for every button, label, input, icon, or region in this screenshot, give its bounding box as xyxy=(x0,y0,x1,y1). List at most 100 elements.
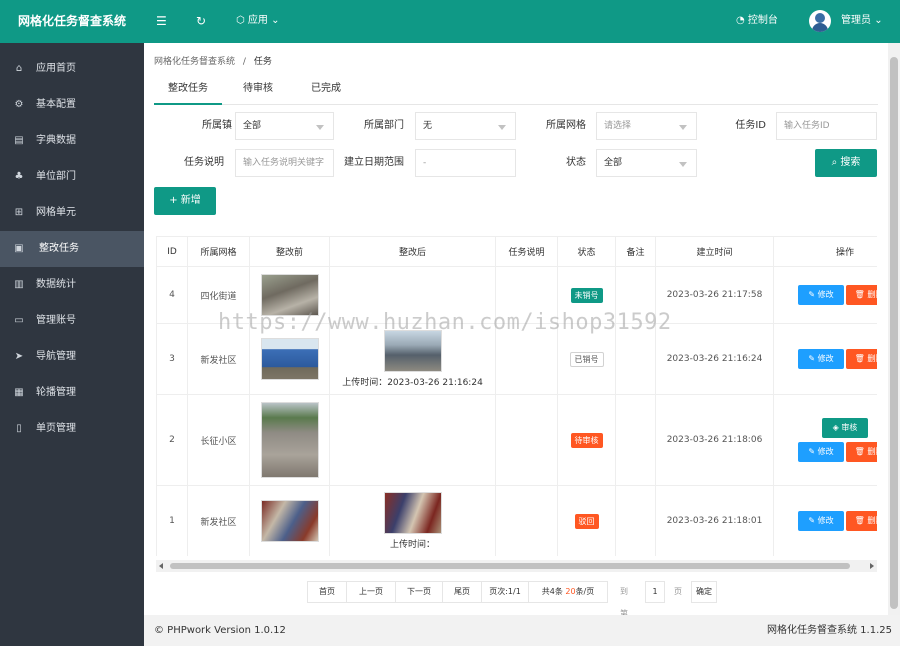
breadcrumb-current: 任务 xyxy=(253,57,272,67)
table-row: 1 新发社区 上传时间： 驳回 2023-03-26 21:18:01 ✎ 修改… xyxy=(156,485,877,556)
edit-button[interactable]: ✎ 修改 xyxy=(798,442,844,462)
row-actions: ✎ 修改🗑 删除 xyxy=(773,485,877,556)
task-id-input[interactable]: 输入任务ID xyxy=(776,112,877,140)
footer: © PHPwork Version 1.0.12 网格化任务督查系统 1.1.2… xyxy=(144,615,900,646)
delete-button[interactable]: 🗑 删除 xyxy=(846,442,877,462)
row-id: 4 xyxy=(156,266,188,324)
carousel-icon: ▦ xyxy=(14,387,24,398)
add-button[interactable]: + 新增 xyxy=(154,187,216,215)
row-actions: ✎ 修改🗑 删除 xyxy=(773,266,877,324)
task-table: ID 所属网格 整改前 整改后 任务说明 状态 备注 建立时间 操作 4 四化街… xyxy=(156,236,877,556)
dashboard-icon: ◔ xyxy=(736,15,745,26)
last-page-button[interactable]: 尾页 xyxy=(442,581,482,603)
town-select[interactable]: 全部 xyxy=(235,112,334,140)
delete-button-label: 删除 xyxy=(867,354,877,363)
gear-icon: ⚙ xyxy=(14,99,24,110)
status-select-value: 全部 xyxy=(604,158,623,168)
user-menu[interactable]: 管理员 ⌄ xyxy=(841,14,883,28)
sidebar-item-home[interactable]: ⌂ 应用首页 xyxy=(0,51,144,87)
delete-button[interactable]: 🗑 删除 xyxy=(846,285,877,305)
before-photo[interactable] xyxy=(260,500,319,542)
scroll-right-icon[interactable] xyxy=(870,563,874,569)
horizontal-scrollbar[interactable] xyxy=(156,560,877,572)
delete-button[interactable]: 🗑 删除 xyxy=(846,349,877,369)
edit-button[interactable]: ✎ 修改 xyxy=(798,349,844,369)
goto-confirm-button[interactable]: 确定 xyxy=(691,581,717,603)
grid-select-placeholder: 请选择 xyxy=(604,121,632,131)
grid-select[interactable]: 请选择 xyxy=(596,112,697,140)
desc-input[interactable]: 输入任务说明关键字 xyxy=(235,149,334,177)
row-actions: ✎ 修改🗑 删除 xyxy=(773,323,877,395)
before-photo[interactable] xyxy=(260,402,319,478)
sidebar-item-tasks[interactable]: ▣ 整改任务 xyxy=(0,231,144,267)
menu-toggle-icon[interactable]: ☰ xyxy=(156,13,167,29)
desc-label: 任务说明 xyxy=(184,157,224,168)
add-button-label: 新增 xyxy=(180,195,201,206)
avatar[interactable] xyxy=(809,10,831,32)
vertical-scroll-thumb[interactable] xyxy=(890,57,898,609)
review-button[interactable]: ◈ 审核 xyxy=(822,418,868,438)
sidebar-item-label: 单页管理 xyxy=(36,423,76,434)
tab-completed[interactable]: 已完成 xyxy=(298,77,354,105)
prev-page-button[interactable]: 上一页 xyxy=(346,581,396,603)
tab-rectification[interactable]: 整改任务 xyxy=(154,77,222,105)
console-link[interactable]: ◔ 控制台 xyxy=(736,14,778,28)
scroll-left-icon[interactable] xyxy=(159,563,163,569)
row-remark xyxy=(615,485,656,556)
delete-button-label: 删除 xyxy=(867,447,877,456)
after-photo[interactable] xyxy=(383,492,442,534)
next-page-button[interactable]: 下一页 xyxy=(395,581,443,603)
per-page-unit: 条/页 xyxy=(575,587,595,596)
page-info-value: 1/1 xyxy=(507,587,521,596)
sidebar-item-label: 应用首页 xyxy=(36,63,76,74)
first-page-button[interactable]: 首页 xyxy=(307,581,347,603)
column-header: 整改前 xyxy=(249,236,330,267)
sidebar-item-dictionary[interactable]: ▤ 字典数据 xyxy=(0,123,144,159)
search-button[interactable]: ⌕ 搜索 xyxy=(815,149,877,177)
sidebar-item-navigation[interactable]: ➤ 导航管理 xyxy=(0,339,144,375)
edit-button-label: 修改 xyxy=(817,290,834,299)
before-photo[interactable] xyxy=(260,338,319,380)
breadcrumb: 网格化任务督查系统 / 任务 xyxy=(154,54,272,67)
delete-button[interactable]: 🗑 删除 xyxy=(846,511,877,531)
breadcrumb-root[interactable]: 网格化任务督查系统 xyxy=(154,57,235,67)
status-badge: 已销号 xyxy=(569,351,604,367)
tab-bar: 整改任务 待审核 已完成 xyxy=(154,77,878,105)
refresh-icon[interactable]: ↻ xyxy=(196,13,206,29)
sidebar-item-departments[interactable]: ♣ 单位部门 xyxy=(0,159,144,195)
horizontal-scroll-thumb[interactable] xyxy=(170,563,850,569)
sidebar: ⌂ 应用首页 ⚙ 基本配置 ▤ 字典数据 ♣ 单位部门 ⊞ 网格单元 ▣ 整改任… xyxy=(0,43,144,646)
sidebar-item-grid-units[interactable]: ⊞ 网格单元 xyxy=(0,195,144,231)
sidebar-item-config[interactable]: ⚙ 基本配置 xyxy=(0,87,144,123)
page-icon: ▯ xyxy=(16,423,22,434)
date-range-label: 建立日期范围 xyxy=(344,157,404,168)
edit-button[interactable]: ✎ 修改 xyxy=(798,285,844,305)
edit-button-label: 修改 xyxy=(817,516,834,525)
upload-time: 上传时间： xyxy=(389,540,435,550)
sidebar-item-label: 整改任务 xyxy=(39,243,79,254)
after-photo-cell: 上传时间： xyxy=(329,485,496,556)
sidebar-item-pages[interactable]: ▯ 单页管理 xyxy=(0,411,144,447)
sidebar-item-carousel[interactable]: ▦ 轮播管理 xyxy=(0,375,144,411)
sidebar-item-statistics[interactable]: ▥ 数据统计 xyxy=(0,267,144,303)
after-photo[interactable] xyxy=(383,330,442,372)
date-range-input[interactable]: - xyxy=(415,149,516,177)
search-button-label: 搜索 xyxy=(840,157,861,168)
app-menu[interactable]: ⬡ 应用 ⌄ xyxy=(236,14,280,28)
vertical-scrollbar[interactable] xyxy=(888,43,900,615)
edit-button-label: 修改 xyxy=(817,354,834,363)
row-created: 2023-03-26 21:18:06 xyxy=(655,394,774,486)
goto-page-input[interactable]: 1 xyxy=(645,581,665,603)
send-icon: ➤ xyxy=(14,351,24,362)
status-badge: 待审核 xyxy=(570,432,603,448)
edit-button[interactable]: ✎ 修改 xyxy=(798,511,844,531)
status-select[interactable]: 全部 xyxy=(596,149,697,177)
sidebar-item-accounts[interactable]: ▭ 管理账号 xyxy=(0,303,144,339)
chart-icon: ▥ xyxy=(14,279,24,290)
total-info: 共4条 20条/页 xyxy=(528,581,608,603)
table-row: 2 长征小区 待审核 2023-03-26 21:18:06 ◈ 审核 ✎ 修改… xyxy=(156,394,877,486)
cube-icon: ⬡ xyxy=(236,15,245,26)
dept-select[interactable]: 无 xyxy=(415,112,516,140)
tab-pending-review[interactable]: 待审核 xyxy=(230,77,286,105)
delete-button-label: 删除 xyxy=(867,516,877,525)
